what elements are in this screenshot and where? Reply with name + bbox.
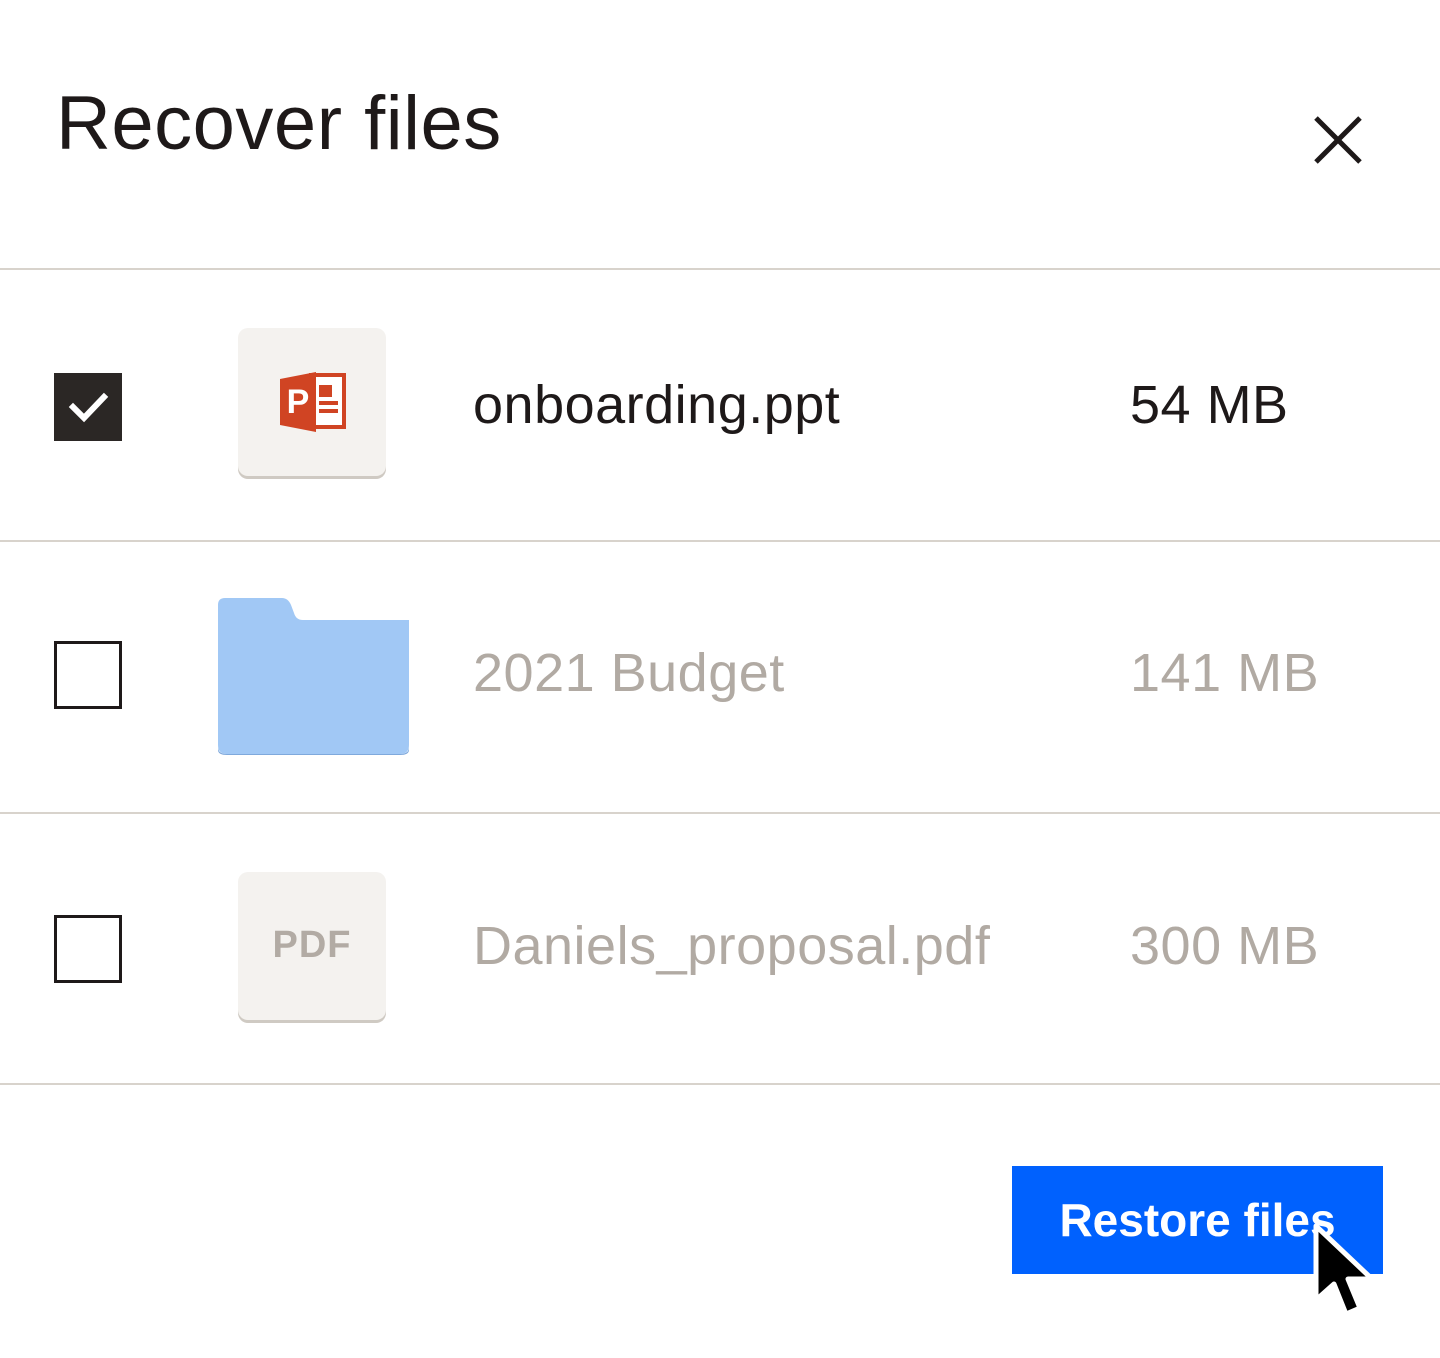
checkmark-icon bbox=[68, 392, 109, 423]
file-size: 54 MB bbox=[1130, 375, 1289, 435]
footer-divider bbox=[0, 1083, 1440, 1085]
powerpoint-icon: P bbox=[280, 372, 346, 432]
file-checkbox[interactable] bbox=[54, 373, 122, 441]
recover-files-dialog: Recover files P onboarding.ppt 54 MB 202… bbox=[0, 0, 1440, 1358]
folder-name: 2021 Budget bbox=[473, 643, 785, 703]
file-row[interactable]: 2021 Budget 141 MB bbox=[0, 542, 1440, 812]
file-name: onboarding.ppt bbox=[473, 375, 841, 435]
svg-text:P: P bbox=[287, 383, 310, 421]
close-button[interactable] bbox=[1304, 106, 1372, 174]
file-size: 300 MB bbox=[1130, 916, 1320, 976]
folder-icon bbox=[218, 598, 409, 755]
pdf-file-thumbnail: PDF bbox=[238, 872, 386, 1020]
mouse-pointer-icon bbox=[1313, 1223, 1375, 1317]
file-size: 141 MB bbox=[1130, 643, 1320, 703]
file-row[interactable]: PDF Daniels_proposal.pdf 300 MB bbox=[0, 814, 1440, 1084]
file-row[interactable]: P onboarding.ppt 54 MB bbox=[0, 270, 1440, 540]
pdf-icon: PDF bbox=[272, 924, 352, 966]
dialog-title: Recover files bbox=[56, 81, 502, 166]
powerpoint-file-thumbnail: P bbox=[238, 328, 386, 476]
file-checkbox[interactable] bbox=[54, 915, 122, 983]
file-checkbox[interactable] bbox=[54, 641, 122, 709]
close-icon bbox=[1314, 116, 1362, 164]
file-name: Daniels_proposal.pdf bbox=[473, 916, 991, 976]
